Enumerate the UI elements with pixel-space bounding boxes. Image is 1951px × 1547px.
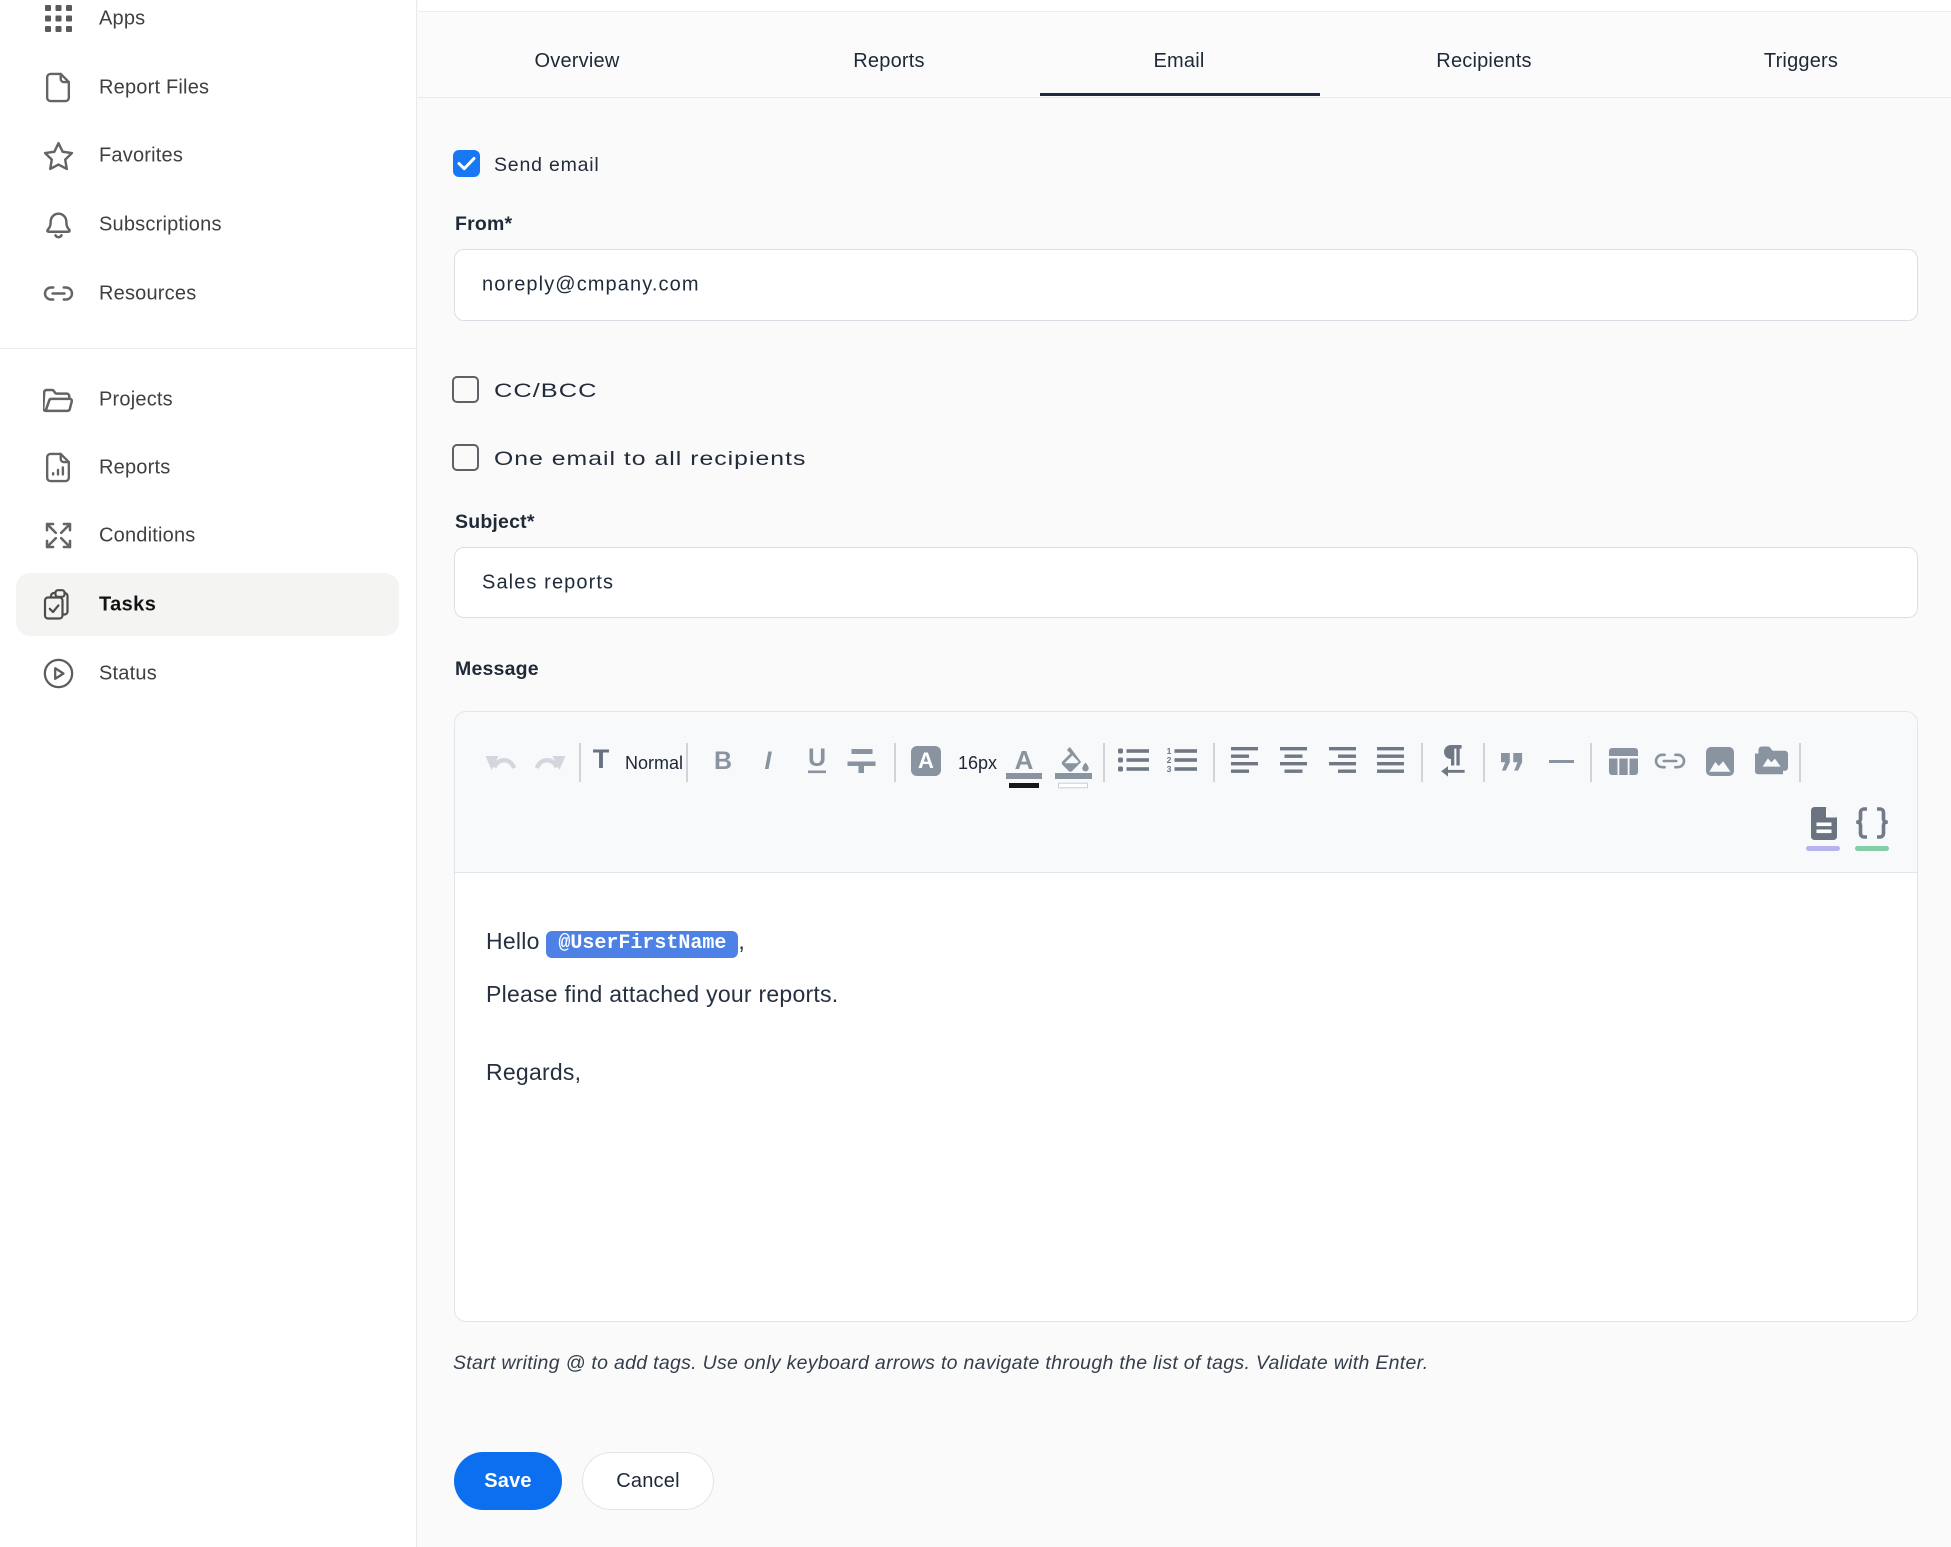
- svg-text:3: 3: [1167, 764, 1172, 772]
- svg-text:A: A: [1015, 745, 1034, 775]
- svg-text:U: U: [808, 745, 826, 772]
